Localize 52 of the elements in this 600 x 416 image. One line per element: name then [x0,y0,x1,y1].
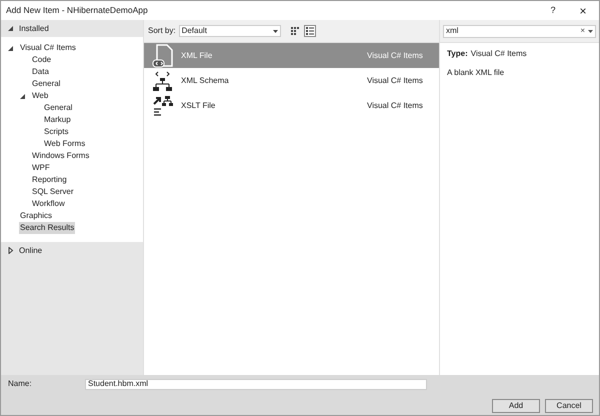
help-button[interactable]: ? [546,4,560,18]
dropdown-caret-icon [272,30,278,32]
name-label: Name: [8,378,33,390]
tree-item[interactable]: Code [31,54,52,66]
window-title: Add New Item - NHibernateDemoApp [6,4,149,17]
tree-item[interactable]: Graphics [19,210,54,222]
grid-view-button[interactable] [288,25,301,37]
description-text: A blank XML file [447,67,506,79]
template-category: Visual C# Items [367,50,424,62]
dropdown-caret-icon[interactable] [588,30,593,32]
section-header[interactable]: Installed [1,20,143,37]
hierarchy-icon [152,68,174,92]
tree-item[interactable]: WPF [31,162,51,174]
template-row[interactable]: XSLT File Visual C# Items [144,93,439,118]
template-name: XSLT File [181,100,216,112]
tree-item[interactable]: Search Results [19,222,76,234]
section-label: Online [19,244,42,256]
tree-item[interactable]: Visual C# Items [19,42,77,54]
template-row[interactable]: XML Schema Visual C# Items [144,68,439,93]
tree-item[interactable]: Web [31,90,50,102]
tree-item[interactable]: Windows Forms [31,150,90,162]
name-field[interactable]: Student.hbm.xml [85,378,427,390]
expanded-arrow-icon[interactable] [7,25,14,32]
template-category: Visual C# Items [367,100,424,112]
close-button[interactable]: × [572,2,594,20]
template-name: XML Schema [181,74,230,86]
tree-item[interactable]: Data [31,66,50,78]
tree-item[interactable]: SQL Server [31,186,74,198]
type-label: Type: [447,48,468,60]
tree-item[interactable]: General [43,102,74,114]
tree-item[interactable]: Markup [43,114,72,126]
template-category: Visual C# Items [367,74,424,86]
sort-dropdown[interactable]: Default [178,25,281,37]
type-value: Visual C# Items [470,48,527,60]
tree-item[interactable]: General [31,78,62,90]
tree-item[interactable]: Workflow [31,198,66,210]
section-label: Installed [19,22,49,34]
collapsed-arrow-icon[interactable] [7,247,14,254]
sort-label: Sort by: [148,25,176,37]
transform-icon [152,94,174,118]
expanded-arrow-icon[interactable] [7,44,14,52]
clear-button[interactable]: × [580,25,585,37]
tree-item[interactable]: Reporting [31,174,68,186]
tree-item[interactable]: Scripts [43,126,70,138]
search-field[interactable]: xml × [443,24,596,38]
template-name: XML File [181,50,214,62]
expanded-arrow-icon[interactable] [19,92,26,100]
list-view-button[interactable] [304,25,316,37]
dialog-button[interactable]: Add [492,399,540,413]
dialog-button[interactable]: Cancel [545,399,593,413]
tree-item[interactable]: Web Forms [43,138,86,150]
section-header[interactable]: Online [1,242,143,259]
